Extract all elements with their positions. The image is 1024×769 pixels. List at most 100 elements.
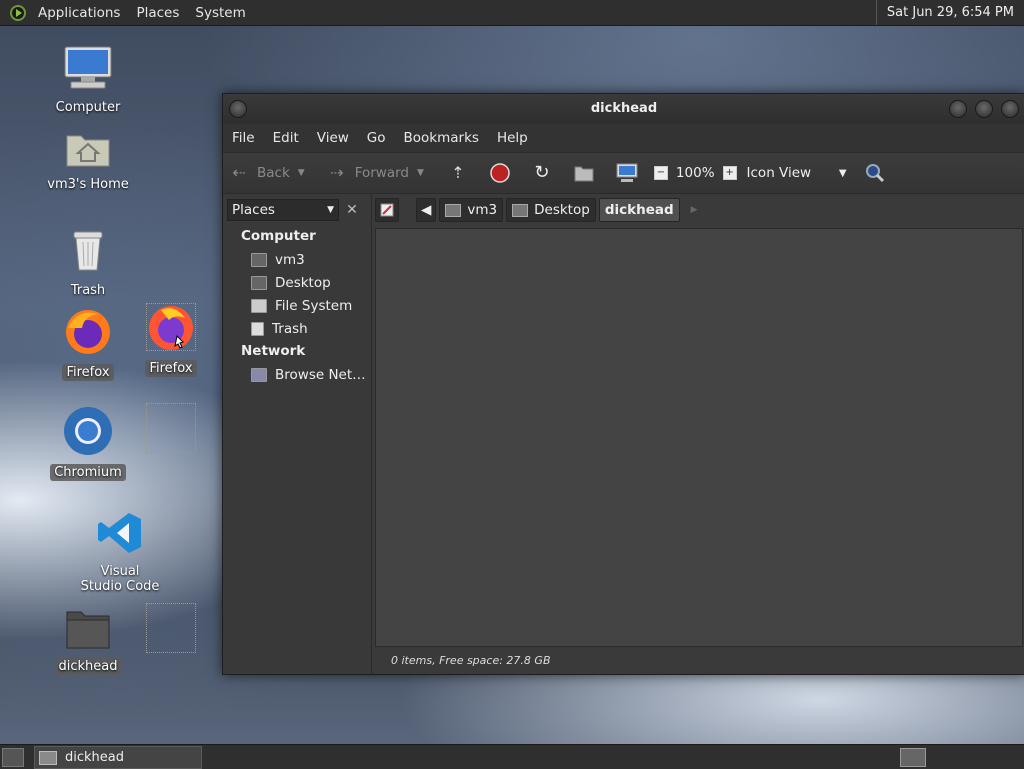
body-area: Places ▼ ✕ Computer vm3 Desktop File Sys… bbox=[223, 195, 1024, 674]
search-icon bbox=[865, 164, 884, 183]
zoom-level[interactable]: 100% bbox=[674, 153, 717, 193]
home-button[interactable] bbox=[568, 153, 600, 193]
arrow-right-icon: ⇢ bbox=[330, 163, 344, 182]
section-computer: Computer bbox=[241, 228, 316, 244]
selection-outline bbox=[146, 603, 196, 653]
close-icon[interactable] bbox=[1001, 100, 1019, 118]
desktop-icon-trash[interactable]: Trash bbox=[43, 228, 133, 299]
zoom-out-button[interactable]: − bbox=[648, 153, 674, 193]
desktop-folder-icon bbox=[512, 203, 529, 217]
stop-button[interactable] bbox=[484, 153, 516, 193]
file-view[interactable] bbox=[375, 228, 1023, 647]
menu-view[interactable]: View bbox=[308, 130, 358, 146]
sidebar-item-vm3[interactable]: vm3 bbox=[223, 248, 371, 271]
computer-icon bbox=[64, 46, 112, 89]
title-bar[interactable]: dickhead bbox=[223, 94, 1024, 124]
home-folder-icon bbox=[66, 135, 110, 167]
section-network: Network bbox=[241, 343, 306, 359]
menu-help[interactable]: Help bbox=[488, 130, 537, 146]
chevron-left-icon: ◀ bbox=[421, 202, 432, 218]
maximize-icon[interactable] bbox=[975, 100, 993, 118]
desktop-label: Chromium bbox=[50, 464, 126, 481]
path-scroll-right-button[interactable]: ▶ bbox=[691, 205, 698, 215]
workspace-switcher[interactable] bbox=[900, 748, 926, 767]
desktop-label: dickhead bbox=[54, 658, 122, 675]
menu-file[interactable]: File bbox=[223, 130, 264, 146]
selection-outline bbox=[146, 403, 196, 453]
home-folder-icon bbox=[574, 166, 594, 182]
trash-icon bbox=[73, 231, 103, 271]
taskbar-item-dickhead[interactable]: dickhead bbox=[34, 746, 202, 769]
desktop-icon-computer[interactable]: Computer bbox=[43, 45, 133, 116]
mate-logo-icon[interactable] bbox=[10, 4, 26, 21]
system-menu[interactable]: System bbox=[187, 5, 253, 21]
toolbar: ⇠ Back ▼ ⇢ Forward ▼ ⇡ ↻ − 100% + Icon V… bbox=[223, 152, 1024, 194]
menu-edit[interactable]: Edit bbox=[264, 130, 308, 146]
chevron-down-icon: ▼ bbox=[327, 205, 334, 215]
sidebar-item-desktop[interactable]: Desktop bbox=[223, 271, 371, 294]
desktop-icon-firefox[interactable]: Firefox bbox=[43, 308, 133, 381]
back-button[interactable]: ⇠ Back ▼ bbox=[223, 153, 311, 193]
desktop-folder-icon bbox=[251, 275, 267, 290]
top-panel: Applications Places System Sat Jun 29, 6… bbox=[0, 0, 1024, 26]
desktop-icon-dickhead[interactable]: dickhead bbox=[43, 608, 133, 675]
crumb-dickhead[interactable]: dickhead bbox=[598, 198, 680, 222]
sidebar-item-browse-network[interactable]: Browse Net… bbox=[223, 363, 371, 386]
desktop-icon-chromium[interactable]: Chromium bbox=[43, 406, 133, 481]
crumb-desktop[interactable]: Desktop bbox=[506, 198, 596, 222]
chevron-down-icon[interactable]: ▼ bbox=[298, 168, 305, 178]
forward-button[interactable]: ⇢ Forward ▼ bbox=[321, 153, 430, 193]
side-pane: Places ▼ ✕ Computer vm3 Desktop File Sys… bbox=[223, 195, 372, 674]
status-bar: 0 items, Free space: 27.8 GB bbox=[391, 654, 551, 667]
folder-icon bbox=[66, 611, 110, 649]
path-scroll-left-button[interactable]: ◀ bbox=[416, 198, 437, 222]
crumb-vm3[interactable]: vm3 bbox=[439, 198, 504, 222]
window-title: dickhead bbox=[590, 101, 658, 116]
desktop-label: Trash bbox=[70, 283, 106, 298]
desktop-label: Firefox bbox=[145, 360, 197, 377]
places-menu[interactable]: Places bbox=[128, 5, 187, 21]
zoom-in-button[interactable]: + bbox=[717, 153, 743, 193]
computer-button[interactable] bbox=[610, 153, 644, 193]
desktop-icon-home[interactable]: vm3's Home bbox=[43, 128, 133, 193]
desktop-icon-firefox-2[interactable]: Firefox bbox=[126, 304, 216, 377]
reload-icon: ↻ bbox=[534, 162, 550, 183]
menu-bookmarks[interactable]: Bookmarks bbox=[395, 130, 488, 146]
zoom-in-icon: + bbox=[722, 166, 737, 180]
desktop-icon-vscode[interactable]: Visual Studio Code bbox=[74, 511, 166, 595]
bottom-panel: dickhead bbox=[0, 744, 1024, 769]
sidebar-item-trash[interactable]: Trash bbox=[223, 317, 371, 340]
home-folder-icon bbox=[251, 252, 267, 267]
edit-location-icon bbox=[380, 203, 394, 217]
zoom-out-icon: − bbox=[653, 166, 668, 180]
menu-bar: File Edit View Go Bookmarks Help bbox=[223, 124, 1024, 152]
drive-icon bbox=[251, 298, 267, 313]
arrow-up-icon: ⇡ bbox=[451, 163, 465, 182]
clock[interactable]: Sat Jun 29, 6:54 PM bbox=[875, 0, 1024, 25]
sidebar-item-file-system[interactable]: File System bbox=[223, 294, 371, 317]
show-desktop-button[interactable] bbox=[2, 748, 24, 767]
side-pane-selector[interactable]: Places ▼ bbox=[227, 199, 339, 221]
minimize-icon[interactable] bbox=[949, 100, 967, 118]
trash-icon bbox=[251, 321, 264, 336]
desktop-label: Computer bbox=[55, 100, 121, 115]
desktop-label: Visual Studio Code bbox=[80, 564, 160, 594]
view-mode-select[interactable]: Icon View ▼ bbox=[743, 153, 851, 193]
path-bar: ◀ vm3 Desktop dickhead ▶ bbox=[375, 195, 1024, 225]
menu-go[interactable]: Go bbox=[358, 130, 395, 146]
vscode-icon bbox=[98, 513, 141, 553]
firefox-icon bbox=[66, 310, 110, 354]
applications-menu[interactable]: Applications bbox=[30, 5, 128, 21]
reload-button[interactable]: ↻ bbox=[526, 153, 558, 193]
stop-icon bbox=[490, 163, 510, 183]
firefox-icon bbox=[149, 306, 193, 350]
close-icon[interactable]: ✕ bbox=[343, 201, 361, 219]
computer-icon bbox=[616, 163, 638, 182]
file-manager-window: dickhead File Edit View Go Bookmarks Hel… bbox=[222, 93, 1024, 675]
network-icon bbox=[251, 367, 267, 382]
edit-location-button[interactable] bbox=[375, 198, 399, 222]
up-button[interactable]: ⇡ bbox=[442, 153, 474, 193]
arrow-left-icon: ⇠ bbox=[232, 163, 246, 182]
search-button[interactable] bbox=[859, 153, 891, 193]
chevron-down-icon[interactable]: ▼ bbox=[417, 168, 424, 178]
